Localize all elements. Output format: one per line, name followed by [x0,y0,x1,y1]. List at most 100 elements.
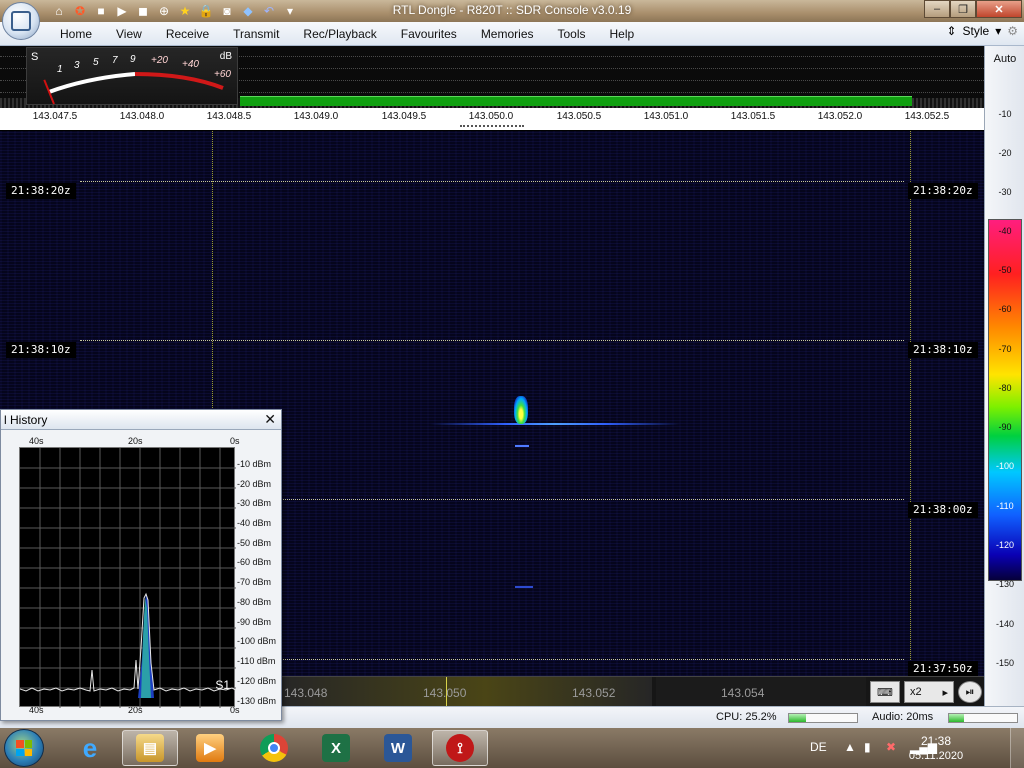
history-db-label: -30 dBm [237,498,272,508]
internet-explorer-button[interactable]: e [62,730,118,766]
history-time-label: 0s [230,436,240,446]
freq-label: 143.052.0 [817,111,863,122]
history-db-label: -60 dBm [237,557,272,567]
excel-icon: X [322,734,350,762]
db-label: -150 [995,658,1014,668]
sdr-console-button[interactable]: ⟟ [432,730,488,766]
bottom-frequency-bar[interactable]: 143.048 143.050 143.052 143.054 ⌨ x2 ▸ ⏯ [282,676,984,707]
smeter-tick: 5 [93,57,99,68]
close-button[interactable]: ✕ [976,0,1022,18]
tab-rec-playback[interactable]: Rec/Playback [291,22,388,46]
db-label: -140 [995,619,1014,629]
s-meter: S dB 1 3 5 7 9 +20 +40 +60 [26,47,238,105]
zoom-label: x2 [910,686,922,698]
time-tag-right: 21:38:20z [908,183,978,199]
media-player-icon: ▶ [196,734,224,762]
app-menu-button[interactable] [2,2,40,40]
history-time-label: 40s [29,436,44,446]
history-db-label: -50 dBm [237,538,272,548]
language-indicator[interactable]: DE [810,740,827,754]
menu-tabs: Home View Receive Transmit Rec/Playback … [48,22,646,46]
system-tray: DE ▲ ▮ ✖ ▂▄▆ 21:38 05.11.2020 [804,728,1024,768]
db-label: -120 [995,540,1014,550]
zoom-button[interactable]: x2 ▸ [904,681,954,703]
tab-view[interactable]: View [104,22,154,46]
history-db-label: -70 dBm [237,577,272,587]
smeter-tick: +60 [214,69,231,80]
time-grid-line [80,340,904,341]
chevron-right-icon: ▸ [942,686,948,699]
word-button[interactable]: W [370,730,426,766]
tab-memories[interactable]: Memories [469,22,546,46]
close-icon[interactable]: ✕ [264,411,276,428]
clock-date[interactable]: 05.11.2020 [906,750,966,762]
bottom-freq-label: 143.050 [423,686,467,700]
app-logo-icon [11,11,31,31]
tab-tools[interactable]: Tools [546,22,598,46]
maximize-button[interactable]: ❐ [950,0,976,18]
resize-grip[interactable] [460,125,524,127]
style-menu[interactable]: ⇕ Style ▾ ⚙ [946,24,1018,38]
start-button[interactable] [4,729,44,767]
cpu-meter-fill [789,714,807,722]
time-tag-right: 21:38:10z [908,342,978,358]
bottom-freq-label: 143.052 [572,686,616,700]
action-center-icon[interactable]: ▮ [864,740,871,754]
db-label: -40 [998,226,1012,236]
file-explorer-button[interactable]: ▤ [122,730,178,766]
history-s-label: S1 [215,678,230,692]
bottom-freq-label: 143.054 [721,686,765,700]
show-hidden-icons-icon[interactable]: ▲ [844,740,856,754]
smeter-tick: +20 [151,55,168,66]
history-trace [20,592,236,692]
media-player-button[interactable]: ▶ [182,730,238,766]
cpu-label: CPU: 25.2% [716,711,777,723]
db-label: -80 [998,383,1012,393]
tab-home[interactable]: Home [48,22,104,46]
signal-trace [515,586,533,588]
tab-favourites[interactable]: Favourites [389,22,469,46]
ribbon-menu: Home View Receive Transmit Rec/Playback … [0,22,1024,46]
time-tag-left: 21:38:20z [6,183,76,199]
history-title: l History [4,413,48,427]
audio-label: Audio: 20ms [872,711,934,723]
keyboard-button[interactable]: ⌨ [870,681,900,703]
minimize-button[interactable]: – [924,0,950,18]
passband-indicator[interactable] [240,96,912,106]
internet-explorer-icon: e [82,732,98,763]
chrome-icon [260,734,288,762]
history-title-bar[interactable]: l History ✕ [1,410,281,430]
filter-edge-right[interactable] [910,131,911,676]
tab-transmit[interactable]: Transmit [221,22,291,46]
freq-label: 143.052.5 [904,111,950,122]
signal-burst [514,396,528,424]
up-down-icon: ⇕ [946,24,957,38]
show-desktop-button[interactable] [1010,728,1024,768]
signal-trace [430,423,680,425]
auto-button[interactable]: Auto [987,50,1023,68]
play-pause-button[interactable]: ⏯ [958,681,982,703]
window-title: RTL Dongle - R820T :: SDR Console v3.0.1… [392,3,632,17]
signal-history-panel[interactable]: l History ✕ 40s 20s 0s 40s 20s 0s S1 -10… [0,409,282,721]
tab-receive[interactable]: Receive [154,22,221,46]
network-off-icon[interactable]: ✖ [886,740,896,754]
excel-button[interactable]: X [308,730,364,766]
history-db-label: -100 dBm [237,636,277,646]
keyboard-icon: ⌨ [877,686,893,699]
chrome-button[interactable] [246,730,302,766]
db-label: -90 [998,422,1012,432]
file-explorer-icon: ▤ [136,734,164,762]
title-bar: ⌂ ✪ ■ ▶ ◼ ⊕ ★ 🔒 ◙ ◆ ↶ ▾ RTL Dongle - R82… [0,0,1024,22]
audio-meter-fill [949,714,964,722]
history-chart: S1 [19,447,236,708]
tab-help[interactable]: Help [598,22,647,46]
clock-time[interactable]: 21:38 [906,734,966,748]
taskbar: e ▤ ▶ X W ⟟ DE ▲ ▮ ✖ ▂▄▆ 21:38 05.11.202… [0,728,1024,768]
freq-label: 143.050.5 [556,111,602,122]
frequency-ruler[interactable]: 143.047.5 143.048.0 143.048.5 143.049.0 … [0,108,984,130]
gear-icon[interactable]: ⚙ [1007,24,1018,38]
db-label: -50 [998,265,1012,275]
dropdown-arrow-icon: ▾ [995,24,1002,38]
smeter-tick: 3 [74,60,80,71]
freq-label: 143.047.5 [32,111,78,122]
